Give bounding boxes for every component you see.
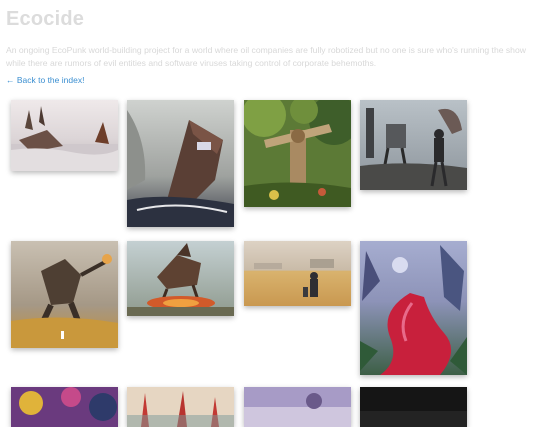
giant-robot-field-artwork [11, 241, 118, 348]
artwork-thumbnail-10[interactable] [127, 387, 234, 427]
artwork-thumbnail-4[interactable] [360, 100, 467, 190]
artwork-thumbnail-8[interactable] [360, 241, 467, 375]
artwork-thumbnail-3[interactable] [244, 100, 351, 207]
artwork-thumbnail-6[interactable] [127, 241, 234, 316]
project-description: An ongoing EcoPunk world-building projec… [6, 45, 526, 68]
red-river-artwork [360, 241, 467, 375]
overgrown-oil-pump-artwork [244, 100, 351, 207]
red-plants-shore-artwork [127, 387, 234, 427]
dark-night-artwork [360, 387, 467, 427]
robot-walker-artwork [360, 100, 467, 190]
back-to-index-link[interactable]: ← Back to the index! [6, 75, 84, 85]
purple-dusk-artwork [244, 387, 351, 427]
artwork-thumbnail-11[interactable] [244, 387, 351, 427]
shipwreck-artwork [11, 100, 118, 171]
page-title: Ecocide [6, 8, 85, 30]
artwork-thumbnail-9[interactable] [11, 387, 118, 427]
artwork-thumbnail-2[interactable] [127, 100, 234, 227]
mech-creature-fire-artwork [127, 241, 234, 316]
artwork-thumbnail-1[interactable] [11, 100, 118, 171]
figures-golden-field-artwork [244, 241, 351, 306]
artwork-thumbnail-7[interactable] [244, 241, 351, 306]
artwork-thumbnail-12[interactable] [360, 387, 467, 427]
coral-forest-artwork [11, 387, 118, 427]
sinking-tanker-artwork [127, 100, 234, 227]
artwork-thumbnail-5[interactable] [11, 241, 118, 348]
